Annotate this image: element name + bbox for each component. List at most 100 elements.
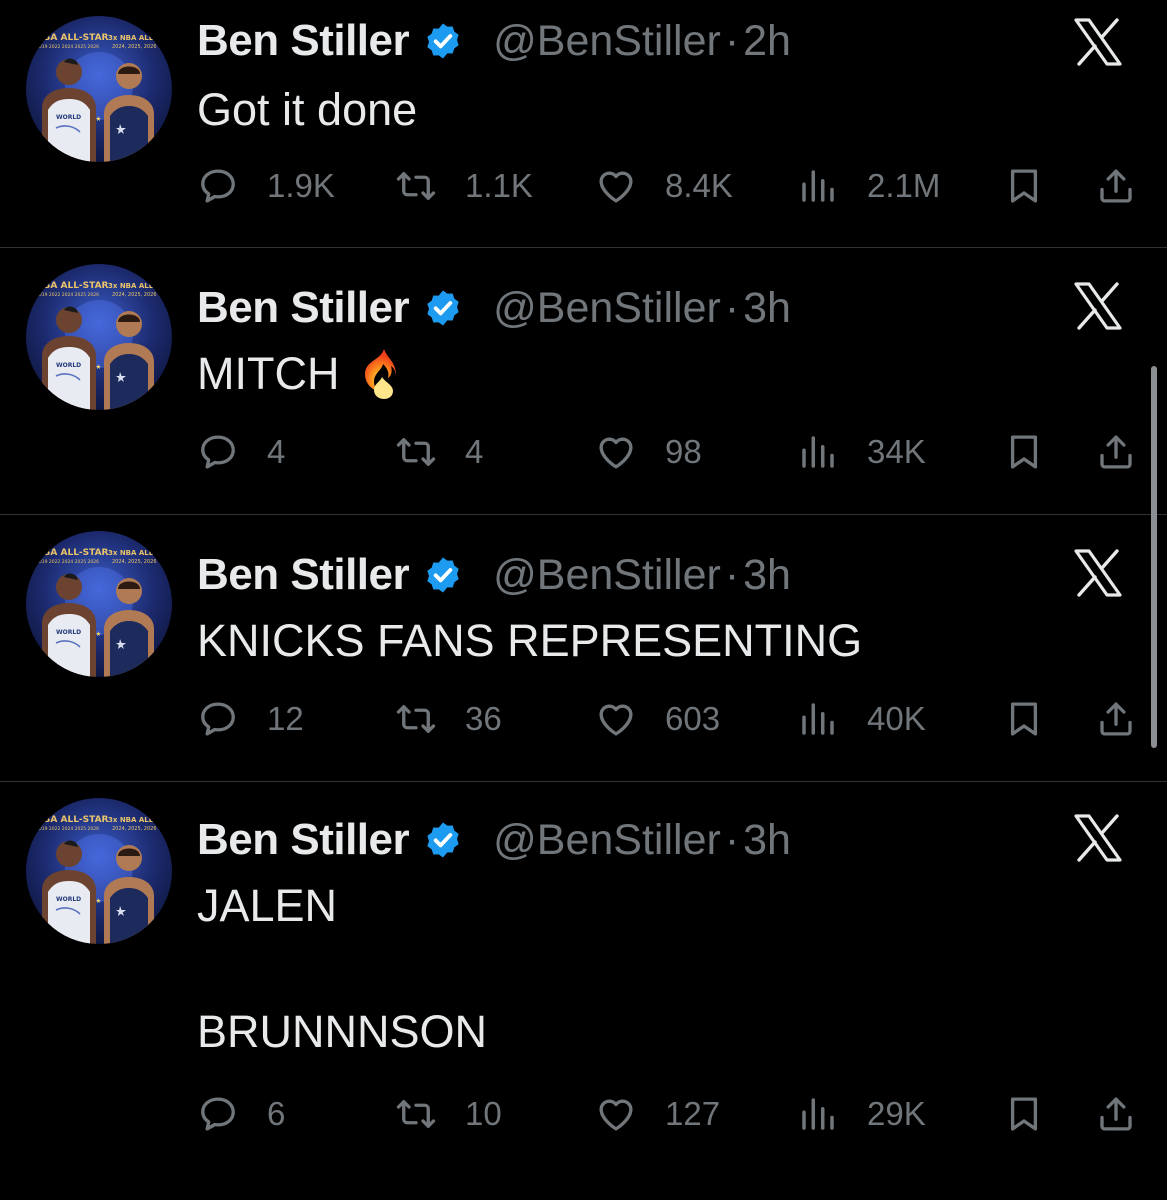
avatar[interactable]: NBA ALL-STAR 3x NBA ALL-S 2019 2022 2024… — [26, 531, 172, 677]
tweet-text: Got it done — [197, 78, 1097, 141]
retweet-button[interactable]: 4 — [395, 426, 483, 478]
timeline-feed: NBA ALL-STAR 3x NBA ALL-S 2019 2022 2024… — [0, 0, 1167, 1200]
separator: · — [724, 550, 740, 599]
views-button[interactable]: 40K — [797, 693, 926, 745]
svg-text:3x NBA ALL-S: 3x NBA ALL-S — [108, 282, 161, 290]
views-count: 40K — [867, 700, 926, 737]
tweet-header: Ben Stiller @BenStiller · 3h — [197, 281, 791, 335]
like-count: 98 — [665, 433, 702, 470]
retweet-count: 4 — [465, 433, 484, 470]
bookmark-icon — [1003, 1093, 1045, 1135]
views-icon — [797, 431, 853, 473]
tweet[interactable]: NBA ALL-STAR 3x NBA ALL-S 2019 2022 2024… — [0, 515, 1167, 782]
avatar[interactable]: NBA ALL-STAR 3x NBA ALL-S 2019 2022 2024… — [26, 264, 172, 410]
share-button[interactable] — [1095, 160, 1137, 212]
views-button[interactable]: 34K — [797, 426, 926, 478]
verified-badge-icon — [423, 21, 463, 61]
bookmark-icon — [1003, 698, 1045, 740]
tweet-text-content: MITCH — [197, 348, 340, 399]
reply-count: 12 — [267, 700, 304, 737]
share-button[interactable] — [1095, 426, 1137, 478]
heart-icon — [595, 165, 651, 207]
svg-text:WORLD: WORLD — [56, 896, 81, 903]
action-bar: 6 10 127 29K — [197, 1088, 1137, 1140]
retweet-count: 36 — [465, 700, 502, 737]
like-button[interactable]: 98 — [595, 426, 702, 478]
timestamp[interactable]: 3h — [743, 284, 791, 333]
share-icon — [1095, 1093, 1137, 1135]
timestamp[interactable]: 2h — [743, 17, 791, 66]
svg-text:2019 2022 2024 2025 2026: 2019 2022 2024 2025 2026 — [36, 559, 99, 565]
views-icon — [797, 165, 853, 207]
svg-text:3x NBA ALL-S: 3x NBA ALL-S — [108, 549, 161, 557]
reply-count: 4 — [267, 433, 286, 470]
timestamp[interactable]: 3h — [743, 551, 791, 600]
share-button[interactable] — [1095, 1088, 1137, 1140]
retweet-button[interactable]: 10 — [395, 1088, 502, 1140]
retweet-icon — [395, 1093, 451, 1135]
scrollbar[interactable] — [1151, 366, 1157, 748]
retweet-button[interactable]: 36 — [395, 693, 502, 745]
tweet-text: JALEN BRUNNNSON — [197, 874, 1097, 1063]
like-button[interactable]: 603 — [595, 693, 720, 745]
svg-text:2019 2022 2024 2025 2026: 2019 2022 2024 2025 2026 — [36, 826, 99, 832]
reply-button[interactable]: 6 — [197, 1088, 285, 1140]
tweet[interactable]: NBA ALL-STAR 3x NBA ALL-S 2019 2022 2024… — [0, 782, 1167, 1200]
share-icon — [1095, 431, 1137, 473]
reply-button[interactable]: 4 — [197, 426, 285, 478]
author-name[interactable]: Ben Stiller — [197, 815, 410, 865]
views-button[interactable]: 2.1M — [797, 160, 940, 212]
share-button[interactable] — [1095, 693, 1137, 745]
x-logo-icon — [1073, 18, 1123, 66]
retweet-count: 10 — [465, 1095, 502, 1132]
avatar[interactable]: NBA ALL-STAR 3x NBA ALL-S 2019 2022 2024… — [26, 798, 172, 944]
tweet-text: KNICKS FANS REPRESENTING — [197, 609, 1097, 672]
bookmark-button[interactable] — [1003, 1088, 1045, 1140]
like-button[interactable]: 8.4K — [595, 160, 733, 212]
tweet-text-content: KNICKS FANS REPRESENTING — [197, 615, 863, 666]
svg-text:NBA ALL-STAR: NBA ALL-STAR — [36, 815, 109, 825]
svg-text:2024, 2025, 2026: 2024, 2025, 2026 — [112, 826, 157, 832]
retweet-icon — [395, 165, 451, 207]
author-handle[interactable]: @BenStiller — [493, 17, 721, 66]
verified-badge-icon — [423, 288, 463, 328]
views-count: 29K — [867, 1095, 926, 1132]
separator: · — [724, 815, 740, 864]
svg-text:WORLD: WORLD — [56, 114, 81, 121]
author-name[interactable]: Ben Stiller — [197, 16, 410, 66]
tweet[interactable]: NBA ALL-STAR 3x NBA ALL-S 2019 2022 2024… — [0, 248, 1167, 515]
tweet-header: Ben Stiller @BenStiller · 3h — [197, 548, 791, 602]
tweet[interactable]: NBA ALL-STAR 3x NBA ALL-S 2019 2022 2024… — [0, 0, 1167, 248]
tweet-header: Ben Stiller @BenStiller · 2h — [197, 14, 791, 68]
reply-button[interactable]: 12 — [197, 693, 304, 745]
share-icon — [1095, 165, 1137, 207]
views-button[interactable]: 29K — [797, 1088, 926, 1140]
bookmark-button[interactable] — [1003, 160, 1045, 212]
author-handle[interactable]: @BenStiller — [493, 284, 721, 333]
reply-button[interactable]: 1.9K — [197, 160, 335, 212]
tweet-header: Ben Stiller @BenStiller · 3h — [197, 813, 791, 867]
like-button[interactable]: 127 — [595, 1088, 720, 1140]
bookmark-button[interactable] — [1003, 693, 1045, 745]
x-logo-icon — [1073, 282, 1123, 330]
retweet-button[interactable]: 1.1K — [395, 160, 533, 212]
author-handle[interactable]: @BenStiller — [493, 816, 721, 865]
action-bar: 4 4 98 34K — [197, 426, 1137, 478]
author-name[interactable]: Ben Stiller — [197, 550, 410, 600]
svg-text:2024, 2025, 2026: 2024, 2025, 2026 — [112, 559, 157, 565]
separator: · — [724, 16, 740, 65]
timestamp[interactable]: 3h — [743, 816, 791, 865]
like-count: 127 — [665, 1095, 721, 1132]
retweet-icon — [395, 431, 451, 473]
bookmark-icon — [1003, 431, 1045, 473]
svg-text:3x NBA ALL-S: 3x NBA ALL-S — [108, 34, 161, 42]
reply-icon — [197, 165, 253, 207]
author-name[interactable]: Ben Stiller — [197, 283, 410, 333]
author-handle[interactable]: @BenStiller — [493, 551, 721, 600]
avatar[interactable]: NBA ALL-STAR 3x NBA ALL-S 2019 2022 2024… — [26, 16, 172, 162]
bookmark-button[interactable] — [1003, 426, 1045, 478]
verified-badge-icon — [423, 820, 463, 860]
heart-icon — [595, 431, 651, 473]
separator: · — [724, 283, 740, 332]
reply-icon — [197, 431, 253, 473]
